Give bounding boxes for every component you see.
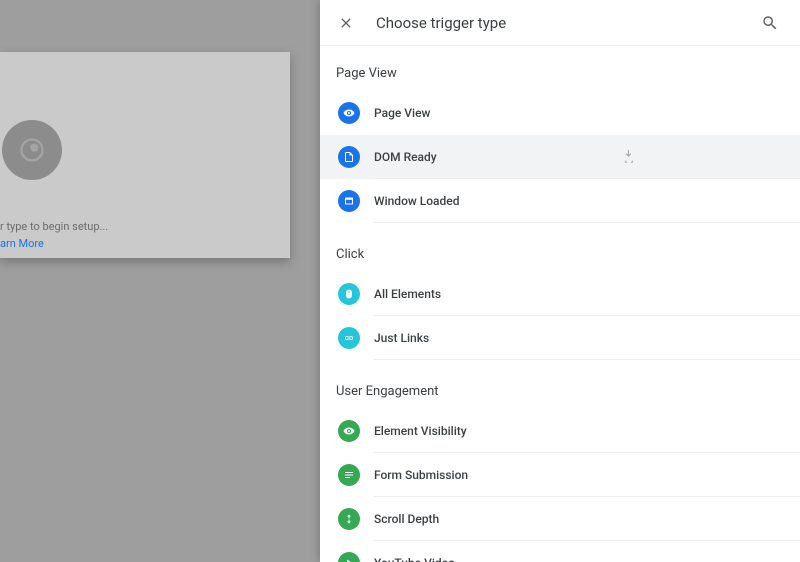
visibility-icon [338, 420, 360, 442]
document-icon [338, 146, 360, 168]
search-button[interactable] [756, 9, 784, 37]
panel-body: Page View Page View DOM Ready Window Loa… [320, 46, 800, 562]
trigger-youtube-video[interactable]: YouTube Video [320, 541, 800, 562]
trigger-all-elements[interactable]: All Elements [320, 272, 800, 316]
background-helper-text: r type to begin setup... [0, 220, 108, 233]
learn-more-link[interactable]: arn More [0, 237, 44, 250]
trigger-label: Page View [374, 106, 430, 120]
trigger-label: Just Links [374, 331, 429, 345]
trigger-label: All Elements [374, 287, 441, 301]
trigger-placeholder-icon [2, 120, 62, 180]
trigger-label: Window Loaded [374, 194, 459, 208]
trigger-just-links[interactable]: Just Links [320, 316, 800, 360]
eye-icon [338, 102, 360, 124]
scroll-icon [338, 508, 360, 530]
trigger-scroll-depth[interactable]: Scroll Depth [320, 497, 800, 541]
section-title-click: Click [320, 241, 800, 272]
link-icon [338, 327, 360, 349]
trigger-label: Scroll Depth [374, 512, 439, 526]
trigger-element-visibility[interactable]: Element Visibility [320, 409, 800, 453]
window-icon [338, 190, 360, 212]
trigger-label: DOM Ready [374, 150, 437, 164]
trigger-window-loaded[interactable]: Window Loaded [320, 179, 800, 223]
trigger-form-submission[interactable]: Form Submission [320, 453, 800, 497]
trigger-label: Form Submission [374, 468, 468, 482]
close-button[interactable] [332, 9, 360, 37]
panel-title: Choose trigger type [376, 14, 740, 32]
trigger-label: Element Visibility [374, 424, 467, 438]
mouse-icon [338, 283, 360, 305]
section-title-user-engagement: User Engagement [320, 378, 800, 409]
panel-header: Choose trigger type [320, 0, 800, 46]
trigger-page-view[interactable]: Page View [320, 91, 800, 135]
background-scrim: r type to begin setup... arn More [0, 0, 320, 562]
trigger-dom-ready[interactable]: DOM Ready [320, 135, 800, 179]
choose-trigger-panel: Choose trigger type Page View Page View … [320, 0, 800, 562]
form-icon [338, 464, 360, 486]
play-icon [338, 552, 360, 562]
section-title-page-view: Page View [320, 60, 800, 91]
trigger-label: YouTube Video [374, 556, 455, 562]
